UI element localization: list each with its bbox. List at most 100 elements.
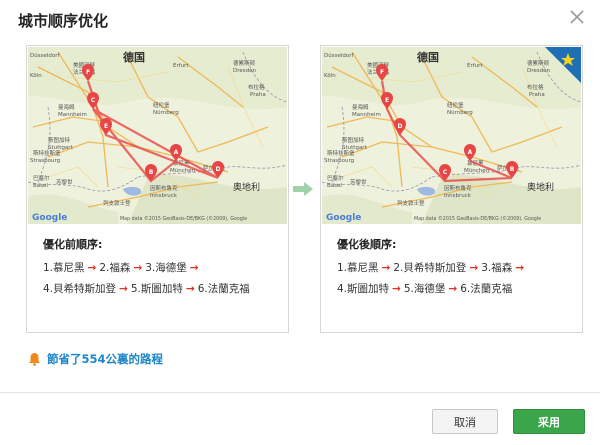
after-caption: 優化後順序: [337, 238, 397, 251]
map-label-basel: Basel [327, 183, 342, 189]
map-label-dresden: Dresden [233, 68, 256, 74]
arrow-right-icon: → [185, 283, 195, 295]
map-label-erfurt: Erfurt [467, 63, 483, 69]
map-label-strasbourg: Strasbourg [324, 158, 354, 164]
map-label-mannheim: Mannheim [58, 112, 87, 118]
before-city-3: 3.海德堡 [145, 262, 187, 274]
svg-text:B: B [149, 169, 154, 176]
map-label-liechtenstein: 列支敦士登 [103, 199, 131, 207]
footer-divider [0, 392, 600, 393]
map-label-munich: München [464, 168, 490, 174]
transition-arrow-icon [293, 182, 313, 196]
cancel-button[interactable]: 取消 [432, 409, 498, 434]
svg-text:B: B [510, 166, 515, 173]
before-city-6: 6.法蘭克福 [197, 283, 250, 295]
svg-text:C: C [91, 97, 96, 104]
map-label-koln: Köln [324, 73, 336, 79]
map-label-stuttgart-cn: 斯图加特 [48, 136, 71, 144]
map-label-dresden: Dresden [527, 68, 550, 74]
before-panel: Düsseldorf 美國河畔 法兰克福 Köln Erfurt 德累斯顿 Dr… [26, 45, 289, 333]
bell-icon [29, 353, 40, 366]
apply-button[interactable]: 采用 [513, 409, 585, 434]
before-city-4: 4.貝希特斯加登 [43, 283, 117, 295]
close-icon[interactable] [568, 8, 586, 26]
after-sequence-row-1: 1.慕尼黑 → 2.貝希特斯加登 → 3.福森 → [337, 260, 527, 275]
before-sequence-row-1: 1.慕尼黑 → 2.福森 → 3.海德堡 → [43, 260, 202, 275]
map-label-strasbourg-cn: 斯特拉斯堡 [327, 149, 355, 157]
map-attribution: Map data ©2015 GeoBasis-DE/BKG (©2009), … [414, 215, 541, 222]
after-route-map: Düsseldorf 美國河畔 法兰克福 Köln Erfurt 德累斯顿 Dr… [322, 47, 581, 224]
svg-text:C: C [443, 169, 448, 176]
google-logo: Google [326, 213, 361, 223]
map-label-nuremberg-cn: 纽伦堡 [153, 101, 170, 109]
map-label-prague-cn: 布拉格 [248, 83, 265, 91]
before-route-map: Düsseldorf 美國河畔 法兰克福 Köln Erfurt 德累斯顿 Dr… [28, 47, 287, 224]
map-label-koln: Köln [30, 73, 42, 79]
map-label-mannheim-cn: 曼海姆 [58, 103, 75, 111]
svg-text:D: D [398, 123, 403, 130]
map-label-basel: Basel [33, 183, 48, 189]
after-city-4: 4.斯圖加特 [337, 283, 390, 295]
after-sequence-row-2: 4.斯圖加特 → 5.海德堡 → 6.法蘭克福 [337, 281, 512, 296]
city-order-dialog: 城市顺序优化 Düsseldorf Köln Erfurt 德累斯顿 Dresd… [0, 0, 600, 445]
arrow-right-icon: → [448, 283, 458, 295]
map-label-liechtenstein: 列支敦士登 [397, 199, 425, 207]
arrow-right-icon: → [119, 283, 128, 295]
map-label-dusseldorf: Düsseldorf [324, 53, 354, 59]
map-label-strasbourg: Strasbourg [30, 158, 60, 164]
after-city-3: 3.福森 [481, 262, 513, 274]
arrow-right-icon: → [469, 262, 479, 274]
map-label-innsbruck-cn: 因斯布鲁克 [150, 184, 178, 192]
dialog-title: 城市顺序优化 [18, 12, 109, 30]
map-label-nuremberg: Nürnberg [153, 110, 179, 116]
map-label-zurich: 苏黎世 [350, 178, 367, 186]
after-city-6: 6.法蘭克福 [460, 283, 513, 295]
svg-text:A: A [468, 149, 473, 156]
svg-text:D: D [216, 166, 221, 173]
map-label-innsbruck: Innsbruck [150, 193, 178, 199]
map-label-stuttgart-cn: 斯图加特 [342, 136, 365, 144]
map-label-dusseldorf: Düsseldorf [30, 53, 60, 59]
map-label-innsbruck-cn: 因斯布鲁克 [444, 184, 472, 192]
google-logo: Google [32, 213, 67, 223]
svg-text:E: E [385, 97, 389, 104]
after-city-1: 1.慕尼黑 [337, 262, 379, 274]
arrow-right-icon: → [133, 262, 143, 274]
arrow-right-icon: → [381, 262, 391, 274]
map-label-nuremberg: Nürnberg [447, 110, 473, 116]
map-label-dresden-cn: 德累斯顿 [233, 59, 256, 67]
before-city-2: 2.福森 [99, 262, 131, 274]
map-label-mannheim-cn: 曼海姆 [352, 103, 369, 111]
map-label-germany: 德国 [416, 50, 439, 64]
arrow-right-icon: → [87, 262, 97, 274]
map-label-dresden-cn: 德累斯顿 [527, 59, 550, 67]
map-label-basel-cn: 巴塞尔 [33, 174, 50, 182]
after-map-svg: Düsseldorf 美國河畔 法兰克福 Köln Erfurt 德累斯顿 Dr… [322, 47, 581, 224]
map-label-innsbruck: Innsbruck [444, 193, 472, 199]
map-attribution: Map data ©2015 GeoBasis-DE/BKG (©2009), … [120, 215, 247, 222]
distance-saving-notice: 節省了554公裏的路程 [28, 351, 163, 367]
map-label-prague-cn: 布拉格 [527, 83, 544, 91]
before-caption: 優化前順序: [43, 238, 103, 251]
svg-text:F: F [86, 69, 90, 76]
before-sequence-row-2: 4.貝希特斯加登 → 5.斯圖加特 → 6.法蘭克福 [43, 281, 250, 296]
arrow-right-icon: → [392, 283, 401, 295]
map-label-austria: 奥地利 [233, 181, 260, 193]
after-city-2: 2.貝希特斯加登 [393, 262, 467, 274]
map-label-prague: Praha [529, 92, 545, 98]
after-city-5: 5.海德堡 [403, 283, 446, 295]
before-map-svg: Düsseldorf 美國河畔 法兰克福 Köln Erfurt 德累斯顿 Dr… [28, 47, 287, 224]
map-label-austria: 奥地利 [527, 181, 554, 193]
before-city-5: 5.斯圖加特 [130, 283, 183, 295]
map-label-erfurt: Erfurt [173, 63, 189, 69]
svg-text:A: A [174, 149, 179, 156]
arrow-right-icon: → [189, 262, 199, 274]
map-label-germany: 德国 [122, 50, 145, 64]
map-label-prague: Praha [250, 92, 266, 98]
map-label-nuremberg-cn: 纽伦堡 [447, 101, 464, 109]
map-label-strasbourg-cn: 斯特拉斯堡 [33, 149, 61, 157]
map-label-mannheim: Mannheim [352, 112, 381, 118]
after-panel: Düsseldorf 美國河畔 法兰克福 Köln Erfurt 德累斯顿 Dr… [320, 45, 583, 333]
map-label-basel-cn: 巴塞尔 [327, 174, 344, 182]
svg-text:F: F [380, 69, 384, 76]
